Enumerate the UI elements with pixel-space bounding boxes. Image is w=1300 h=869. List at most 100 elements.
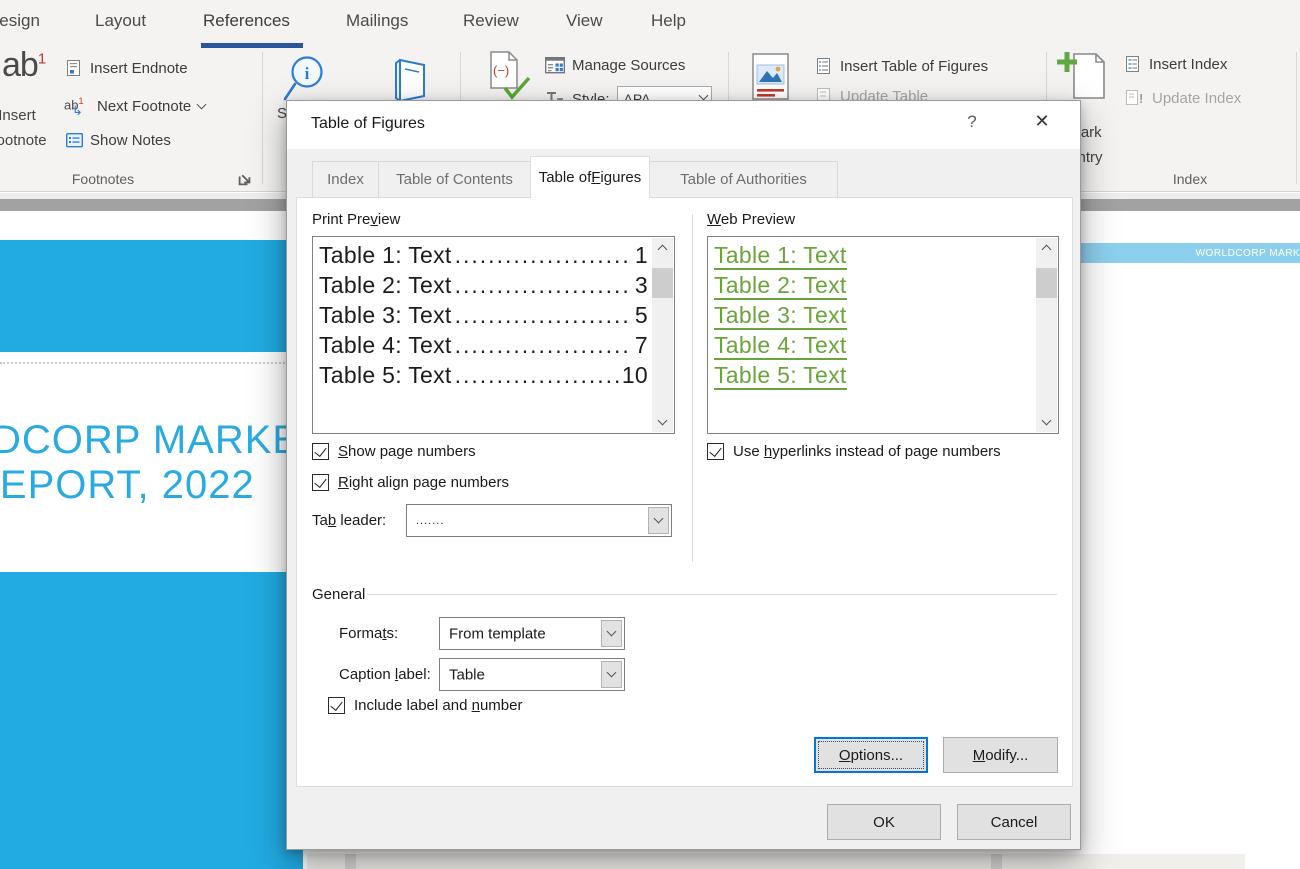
print-preview-row: Table 5: Text10 — [319, 361, 648, 391]
insert-table-of-figures-label: Insert Table of Figures — [840, 58, 988, 75]
use-hyperlinks-label: Use hyperlinks instead of page numbers — [733, 443, 1001, 460]
dialog-titlebar[interactable]: Table of Figures ? ✕ — [287, 101, 1080, 149]
ribbon-tab-layout[interactable]: Layout — [95, 11, 146, 31]
right-align-page-numbers-label: Right align page numbers — [338, 474, 509, 491]
print-preview-list: Table 1: Text1Table 2: Text3Table 3: Tex… — [319, 241, 648, 431]
checkbox-checked-icon — [328, 697, 345, 714]
web-preview-hyperlink: Table 5: Text — [714, 362, 847, 390]
web-preview-label: Web Preview — [707, 211, 795, 228]
smart-lookup-icon[interactable]: i — [281, 52, 331, 104]
web-preview-hyperlink: Table 2: Text — [714, 272, 847, 300]
show-notes-button[interactable]: Show Notes — [66, 132, 171, 149]
insert-citation-icon[interactable]: (−) — [477, 50, 533, 102]
scrollbar-thumb[interactable] — [1036, 268, 1057, 298]
insert-footnote-label: Insert Footnote — [0, 103, 50, 153]
options-button-label: Options... — [839, 747, 903, 764]
caption-label-dropdown-button[interactable] — [601, 661, 622, 688]
preview-divider — [692, 214, 693, 562]
tab-leader-label: Tab leader: — [312, 512, 386, 529]
scrollbar-thumb[interactable] — [652, 268, 673, 298]
footnotes-group-label: Footnotes — [57, 171, 149, 187]
document-table-edge — [307, 854, 1245, 869]
web-preview-hyperlink: Table 3: Text — [714, 302, 847, 330]
print-preview-row: Table 3: Text5 — [319, 301, 648, 331]
tab-leader-combobox[interactable]: ....... — [406, 504, 672, 537]
ribbon-tab-design[interactable]: Design — [0, 11, 40, 31]
dialog-tab-table-of-figures[interactable]: Table of Figures — [530, 156, 650, 198]
formats-value: From template — [449, 625, 546, 642]
manage-sources-label: Manage Sources — [572, 57, 685, 74]
update-index-button[interactable]: ! Update Index — [1125, 90, 1241, 107]
modify-button[interactable]: Modify... — [943, 737, 1058, 773]
scroll-down-icon[interactable] — [1036, 413, 1057, 432]
svg-text:i: i — [305, 64, 310, 83]
document-blue-block-bottom — [0, 572, 303, 869]
checkbox-checked-icon — [312, 474, 329, 491]
formats-combobox[interactable]: From template — [439, 617, 625, 650]
footnotes-dialog-launcher[interactable] — [237, 170, 254, 187]
dialog-tab-page: Print Preview Table 1: Text1Table 2: Tex… — [296, 197, 1073, 787]
insert-caption-icon[interactable] — [747, 52, 795, 104]
svg-text:!: ! — [1139, 91, 1143, 106]
insert-table-of-figures-button[interactable]: Insert Table of Figures — [816, 58, 988, 75]
insert-index-button[interactable]: Insert Index — [1125, 56, 1227, 73]
researcher-icon[interactable] — [388, 56, 434, 102]
formats-dropdown-button[interactable] — [601, 620, 622, 647]
web-preview-row: Table 2: Text — [714, 271, 1032, 301]
ribbon-tab-references[interactable]: References — [203, 11, 290, 31]
print-preview-label: Print Preview — [312, 211, 400, 228]
print-preview-listbox[interactable]: Table 1: Text1Table 2: Text3Table 3: Tex… — [312, 236, 675, 434]
caption-label-value: Table — [449, 666, 485, 683]
next-footnote-label: Next Footnote — [97, 98, 191, 115]
scroll-down-icon[interactable] — [652, 413, 673, 432]
ribbon-tab-help[interactable]: Help — [651, 11, 686, 31]
next-footnote-icon: ab1↳ — [64, 96, 90, 116]
scroll-up-icon[interactable] — [1036, 238, 1057, 257]
insert-index-icon — [1125, 56, 1142, 73]
print-preview-scrollbar[interactable] — [652, 238, 673, 432]
caption-label-combobox[interactable]: Table — [439, 658, 625, 691]
style-dropdown-icon — [698, 91, 708, 101]
web-preview-row: Table 5: Text — [714, 361, 1032, 391]
web-preview-listbox[interactable]: Table 1: TextTable 2: TextTable 3: TextT… — [707, 236, 1059, 434]
show-page-numbers-label: Show page numbers — [338, 443, 476, 460]
use-hyperlinks-checkbox[interactable]: Use hyperlinks instead of page numbers — [707, 443, 1001, 460]
ribbon-tab-mailings[interactable]: Mailings — [346, 11, 408, 31]
show-notes-label: Show Notes — [90, 132, 171, 149]
manage-sources-icon — [545, 57, 565, 74]
scroll-up-icon[interactable] — [652, 238, 673, 257]
dialog-tab-table-of-authorities[interactable]: Table of Authorities — [649, 161, 838, 198]
svg-text:(−): (−) — [493, 63, 509, 78]
print-preview-row: Table 4: Text7 — [319, 331, 648, 361]
next-footnote-button[interactable]: ab1↳ Next Footnote — [64, 96, 205, 116]
ribbon-tab-view[interactable]: View — [566, 11, 603, 31]
insert-footnote-button[interactable]: ab1 — [2, 46, 45, 85]
include-label-and-number-checkbox[interactable]: Include label and number — [328, 697, 522, 714]
update-index-label: Update Index — [1152, 90, 1241, 107]
next-footnote-dropdown-icon[interactable] — [197, 99, 207, 109]
insert-endnote-label: Insert Endnote — [90, 60, 188, 77]
insert-index-label: Insert Index — [1149, 56, 1227, 73]
tab-leader-dropdown-button[interactable] — [648, 507, 669, 534]
insert-endnote-icon — [66, 60, 83, 77]
manage-sources-button[interactable]: Manage Sources — [545, 57, 685, 74]
general-section-label: General — [312, 586, 365, 603]
right-align-page-numbers-checkbox[interactable]: Right align page numbers — [312, 474, 509, 491]
dialog-tab-table-of-contents[interactable]: Table of Contents — [378, 161, 531, 198]
dialog-close-icon[interactable]: ✕ — [1027, 111, 1057, 132]
footnote-superscript: 1 — [38, 51, 45, 68]
ribbon-tab-review[interactable]: Review — [463, 11, 519, 31]
web-preview-row: Table 4: Text — [714, 331, 1032, 361]
word-application-window: Design Layout References Mailings Review View… — [0, 0, 1300, 869]
cancel-button[interactable]: Cancel — [957, 804, 1071, 840]
options-button[interactable]: Options... — [814, 737, 928, 773]
insert-endnote-button[interactable]: Insert Endnote — [66, 60, 188, 77]
checkbox-checked-icon — [312, 443, 329, 460]
show-page-numbers-checkbox[interactable]: Show page numbers — [312, 443, 476, 460]
active-tab-underline — [201, 43, 303, 48]
web-preview-scrollbar[interactable] — [1036, 238, 1057, 432]
web-preview-hyperlink: Table 1: Text — [714, 242, 847, 270]
ok-button[interactable]: OK — [827, 804, 941, 840]
dialog-tab-index[interactable]: Index — [312, 161, 379, 198]
dialog-help-button[interactable]: ? — [959, 112, 985, 132]
